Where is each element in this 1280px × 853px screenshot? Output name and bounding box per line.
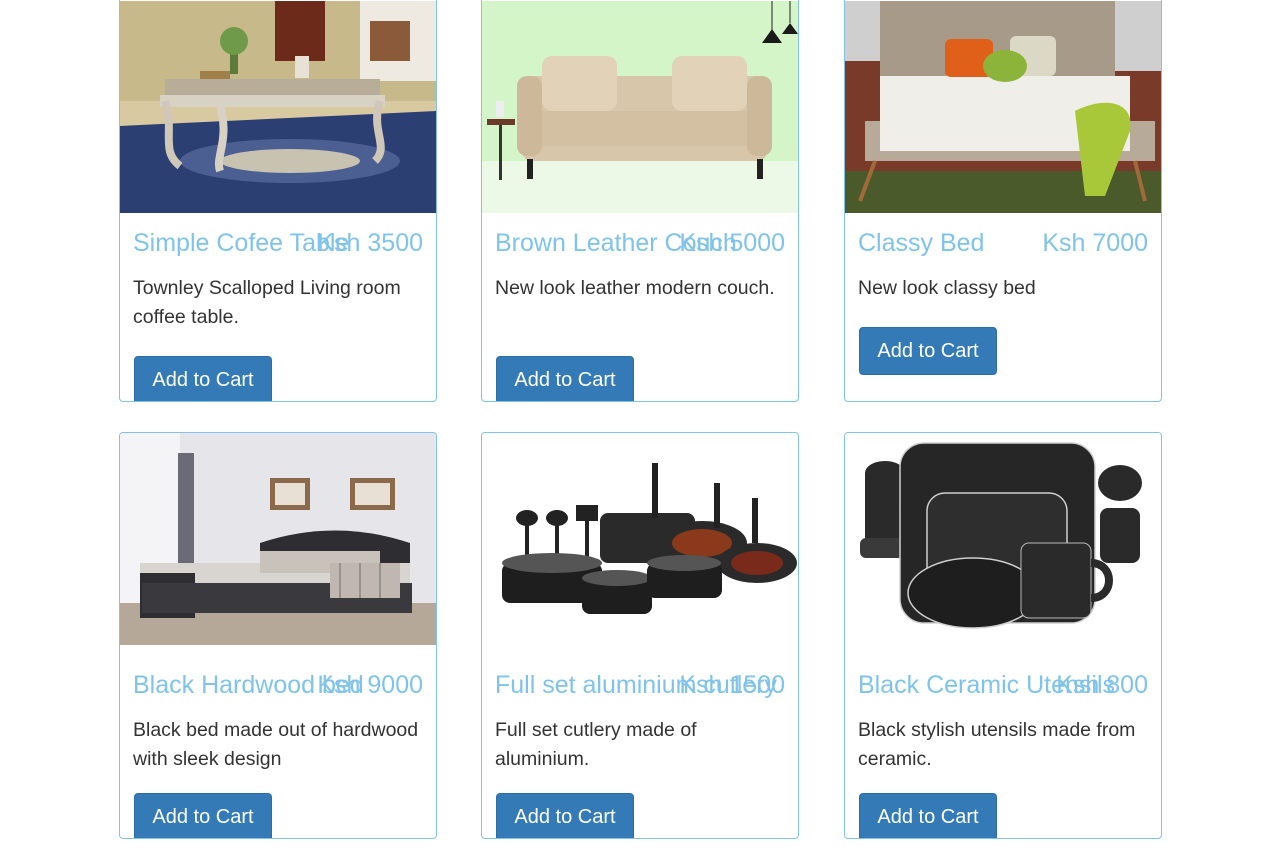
product-image-couch[interactable] (482, 1, 798, 213)
product-price: Ksh 3500 (317, 229, 423, 257)
add-to-cart-button[interactable]: Add to Cart (134, 793, 272, 838)
product-image-cutlery[interactable] (482, 433, 798, 645)
add-to-cart-button[interactable]: Add to Cart (496, 356, 634, 401)
product-price: Ksh 800 (1056, 671, 1148, 699)
product-description: New look classy bed (858, 277, 1036, 299)
product-description: Townley Scalloped Living room coffee tab… (133, 277, 401, 328)
product-description: Black bed made out of hardwood with slee… (133, 719, 419, 770)
product-card: Simple Cofee Table Ksh 3500 Townley Scal… (119, 0, 437, 402)
add-to-cart-button[interactable]: Add to Cart (134, 356, 272, 401)
product-card: Brown Leather Couch Ksh 5000 New look le… (481, 0, 799, 402)
product-price: Ksh 7000 (1042, 229, 1148, 257)
product-price: Ksh 1500 (679, 671, 785, 699)
product-image-classy-bed[interactable] (845, 1, 1161, 213)
add-to-cart-button[interactable]: Add to Cart (859, 327, 997, 375)
product-card: Full set aluminium cutlery Ksh 1500 Full… (481, 432, 799, 839)
product-card: Black Hardwood bed Ksh 9000 Black bed ma… (119, 432, 437, 839)
product-description: Black stylish utensils made from ceramic… (858, 719, 1136, 770)
product-card: Classy Bed Ksh 7000 New look classy bed … (844, 0, 1162, 402)
product-price: Ksh 9000 (317, 671, 423, 699)
product-image-coffee-table[interactable] (120, 1, 436, 213)
product-title[interactable]: Classy Bed (858, 229, 984, 258)
product-image-ceramic-utensils[interactable] (845, 433, 1161, 645)
product-card: Black Ceramic Utensils Ksh 800 Black sty… (844, 432, 1162, 839)
add-to-cart-button[interactable]: Add to Cart (859, 793, 997, 838)
product-image-hardwood-bed[interactable] (120, 433, 436, 645)
product-price: Ksh 5000 (679, 229, 785, 257)
add-to-cart-button[interactable]: Add to Cart (496, 793, 634, 838)
product-description: New look leather modern couch. (495, 277, 775, 299)
product-description: Full set cutlery made of aluminium. (495, 719, 697, 770)
